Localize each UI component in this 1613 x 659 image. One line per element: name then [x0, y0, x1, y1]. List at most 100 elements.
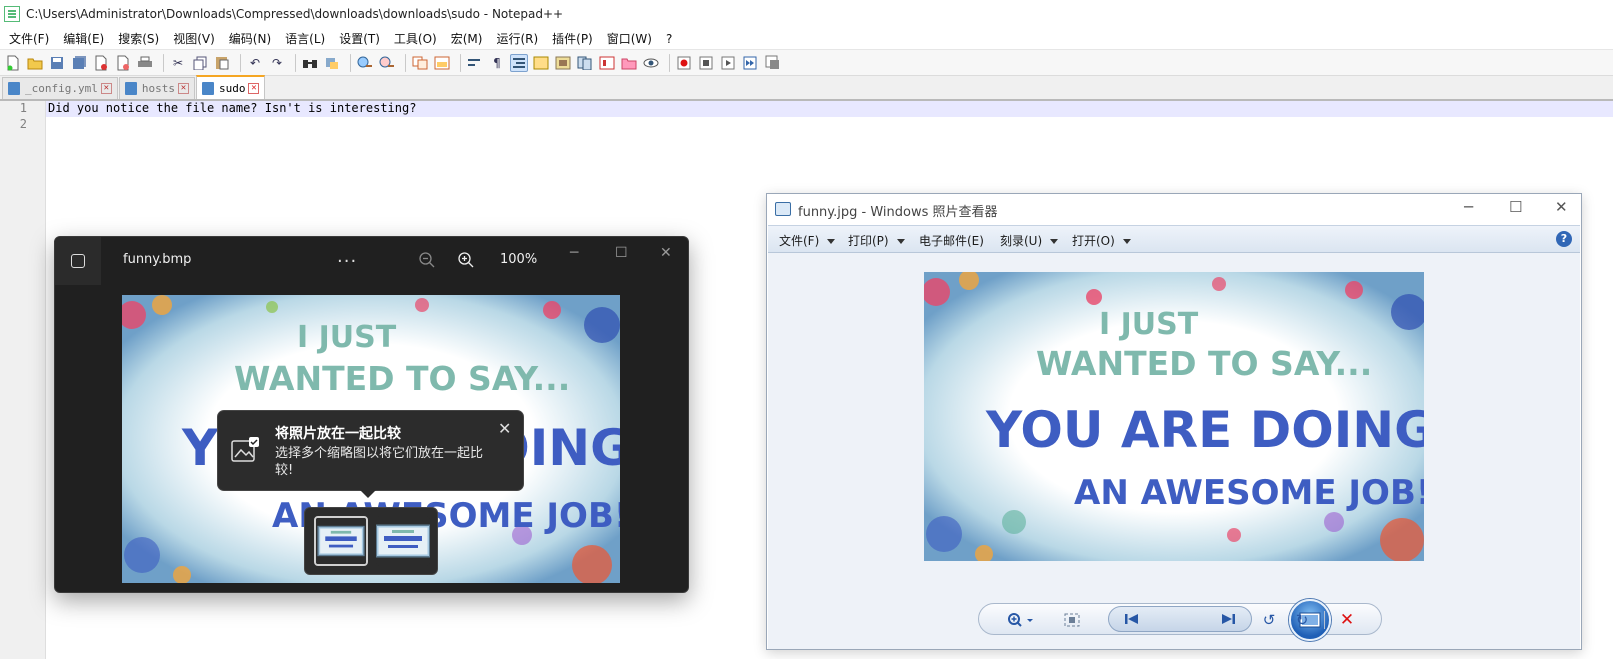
viewer-controls: ↺ ↻ ✕ [768, 593, 1580, 649]
udl-icon[interactable] [532, 54, 550, 72]
npp-tab-bar: _config.yml ✕ hosts ✕ sudo ✕ [0, 75, 1613, 101]
photos-app-button[interactable] [55, 237, 101, 285]
save-macro-icon[interactable] [763, 54, 781, 72]
menu-file[interactable]: 文件(F) [2, 30, 56, 47]
toolbar-separator [669, 53, 670, 72]
paste-icon[interactable] [213, 54, 231, 72]
redo-icon[interactable]: ↷ [268, 54, 286, 72]
line-number: 2 [19, 117, 27, 131]
monitoring-icon[interactable] [642, 54, 660, 72]
thumbnail[interactable] [376, 516, 430, 566]
menu-search[interactable]: 搜索(S) [111, 30, 166, 47]
chevron-down-icon [896, 239, 905, 244]
open-file-icon[interactable] [26, 54, 44, 72]
rotate-left-icon[interactable]: ↺ [1258, 610, 1280, 630]
play-macro-icon[interactable] [719, 54, 737, 72]
tab-label: sudo [218, 81, 246, 95]
photo-viewer-icon [775, 202, 791, 216]
tab-sudo[interactable]: sudo ✕ [195, 75, 266, 99]
maximize-icon[interactable]: ☐ [615, 245, 628, 261]
code-line[interactable]: Did you notice the file name? Isn't is i… [48, 101, 416, 115]
photos-header: funny.bmp ... 100% ─ ☐ ✕ [55, 237, 688, 285]
photo-viewer-window: funny.jpg - Windows 照片查看器 ─ ☐ ✕ 文件(F) 打印… [766, 193, 1582, 650]
close-tab-icon[interactable]: ✕ [100, 83, 112, 94]
show-all-chars-icon[interactable]: ¶ [488, 54, 506, 72]
find-icon[interactable] [301, 54, 319, 72]
run-macro-multiple-icon[interactable] [741, 54, 759, 72]
menu-help[interactable]: ? [659, 32, 679, 46]
photos-app-window: funny.bmp ... 100% ─ ☐ ✕ I JUST WANTED T… [54, 236, 689, 593]
zoom-out-icon[interactable] [378, 54, 396, 72]
close-all-icon[interactable] [114, 54, 132, 72]
minimize-icon[interactable]: ─ [570, 245, 578, 261]
menu-language[interactable]: 语言(L) [278, 30, 332, 47]
control-pill: ↺ ↻ ✕ [978, 599, 1382, 641]
close-file-icon[interactable] [92, 54, 110, 72]
zoom-in-icon[interactable] [356, 54, 374, 72]
viewer-title-bar: funny.jpg - Windows 照片查看器 ─ ☐ ✕ [767, 194, 1581, 225]
stop-macro-icon[interactable] [697, 54, 715, 72]
sync-vertical-icon[interactable] [411, 54, 429, 72]
save-icon[interactable] [48, 54, 66, 72]
thumbnail-selected[interactable] [314, 516, 368, 566]
undo-icon[interactable]: ↶ [246, 54, 264, 72]
menu-window[interactable]: 窗口(W) [600, 30, 659, 47]
close-icon[interactable]: ✕ [1555, 198, 1568, 216]
file-tab-icon [124, 82, 137, 95]
help-icon[interactable]: ? [1556, 231, 1572, 247]
toolbar-separator [405, 53, 406, 72]
tooltip-close-icon[interactable]: ✕ [498, 419, 511, 438]
zoom-level: 100% [500, 252, 538, 267]
zoom-out-icon[interactable] [418, 251, 436, 269]
rotate-right-icon[interactable]: ↻ [1291, 610, 1313, 630]
menu-plugins[interactable]: 插件(P) [545, 30, 600, 47]
save-all-icon[interactable] [70, 54, 88, 72]
menu-macro[interactable]: 宏(M) [444, 30, 490, 47]
copy-icon[interactable] [191, 54, 209, 72]
menu-file[interactable]: 文件(F) [779, 232, 836, 249]
tooltip-body: 选择多个缩略图以将它们放在一起比较! [275, 446, 484, 478]
folder-workspace-icon[interactable] [620, 54, 638, 72]
tab-config-yml[interactable]: _config.yml ✕ [2, 77, 118, 99]
doc-list-icon[interactable] [576, 54, 594, 72]
zoom-icon[interactable] [1005, 610, 1039, 630]
line-number: 1 [19, 101, 27, 115]
viewer-title: funny.jpg - Windows 照片查看器 [798, 205, 998, 220]
menu-edit[interactable]: 编辑(E) [56, 30, 111, 47]
menu-encoding[interactable]: 编码(N) [222, 30, 278, 47]
toolbar-separator [240, 53, 241, 72]
menu-burn[interactable]: 刻录(U) [1000, 232, 1059, 249]
sync-horizontal-icon[interactable] [433, 54, 451, 72]
menu-run[interactable]: 运行(R) [489, 30, 545, 47]
control-separator [1324, 611, 1325, 629]
new-file-icon[interactable] [4, 54, 22, 72]
function-list-icon[interactable] [598, 54, 616, 72]
menu-email[interactable]: 电子邮件(E) [919, 232, 984, 249]
word-wrap-icon[interactable] [466, 54, 484, 72]
print-icon[interactable] [136, 54, 154, 72]
menu-open[interactable]: 打开(O) [1072, 232, 1131, 249]
doc-map-icon[interactable] [554, 54, 572, 72]
indent-guide-icon[interactable] [510, 53, 528, 72]
maximize-icon[interactable]: ☐ [1509, 198, 1522, 216]
menu-tools[interactable]: 工具(O) [387, 30, 444, 47]
menu-view[interactable]: 视图(V) [166, 30, 222, 47]
delete-icon[interactable]: ✕ [1336, 610, 1358, 630]
zoom-in-icon[interactable] [457, 251, 475, 269]
tab-hosts[interactable]: hosts ✕ [118, 77, 195, 99]
menu-settings[interactable]: 设置(T) [332, 30, 387, 47]
next-icon[interactable] [1217, 609, 1239, 629]
replace-icon[interactable] [323, 54, 341, 72]
actual-size-icon[interactable] [1061, 610, 1083, 630]
close-tab-icon[interactable]: ✕ [177, 83, 189, 94]
close-icon[interactable]: ✕ [660, 245, 672, 261]
record-macro-icon[interactable] [675, 54, 693, 72]
minimize-icon[interactable]: ─ [1464, 198, 1473, 216]
close-tab-icon[interactable]: ✕ [248, 82, 260, 94]
more-options-icon[interactable]: ... [337, 246, 357, 267]
card-line-4: AN AWESOME JOB! [1074, 473, 1424, 513]
previous-icon[interactable] [1121, 609, 1143, 629]
menu-print[interactable]: 打印(P) [848, 232, 905, 249]
cut-icon[interactable]: ✂ [169, 54, 187, 72]
displayed-photo: I JUST WANTED TO SAY... YOU ARE DOING AN… [924, 272, 1424, 561]
